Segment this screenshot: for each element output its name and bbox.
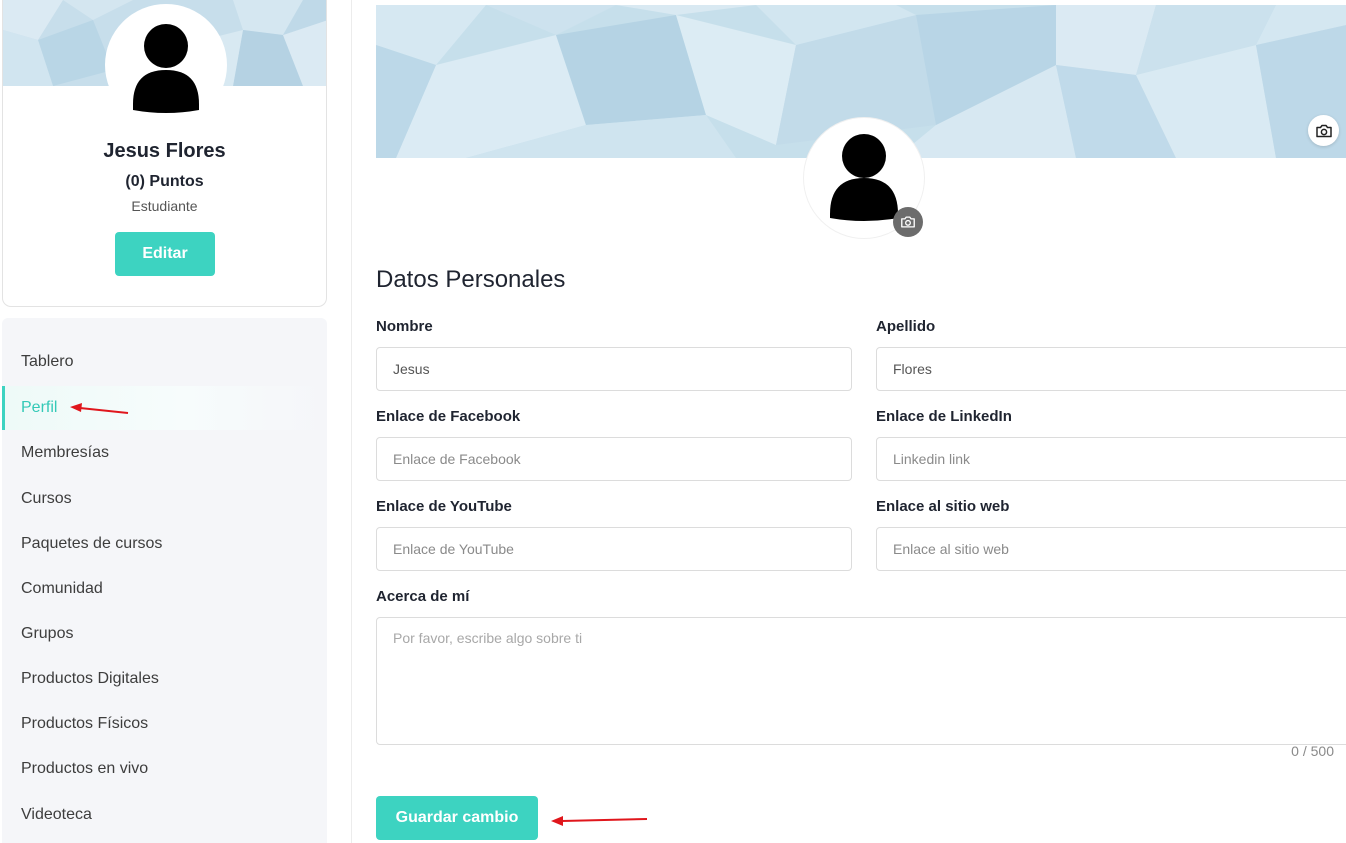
linkedin-input[interactable]: [876, 437, 1346, 481]
character-counter: 0 / 500: [1291, 743, 1334, 759]
youtube-input[interactable]: [376, 527, 852, 571]
youtube-label: Enlace de YouTube: [376, 498, 512, 515]
sidebar-item-videoteca[interactable]: Videoteca: [2, 793, 327, 837]
change-avatar-button[interactable]: [893, 207, 923, 237]
sidebar-item-productos-en-vivo[interactable]: Productos en vivo: [2, 747, 327, 791]
website-input[interactable]: [876, 527, 1346, 571]
change-cover-button[interactable]: [1308, 115, 1339, 146]
sidebar-item-membresias[interactable]: Membresías: [2, 431, 327, 475]
section-title: Datos Personales: [376, 266, 566, 293]
sidebar-item-grupos[interactable]: Grupos: [2, 612, 327, 656]
profile-card-avatar: [105, 4, 227, 126]
sidebar-item-cursos[interactable]: Cursos: [2, 477, 327, 521]
annotation-arrow-save: [551, 816, 648, 826]
profile-card: Jesus Flores (0) Puntos Estudiante Edita…: [2, 0, 327, 307]
facebook-input[interactable]: [376, 437, 852, 481]
left-column: Jesus Flores (0) Puntos Estudiante Edita…: [0, 0, 352, 843]
sidebar-item-perfil[interactable]: Perfil: [2, 386, 327, 430]
camera-icon: [901, 216, 915, 228]
user-silhouette-icon: [133, 24, 199, 113]
profile-role: Estudiante: [131, 198, 198, 214]
first-name-input[interactable]: [376, 347, 852, 391]
first-name-label: Nombre: [376, 318, 433, 335]
sidebar-nav: Tablero Perfil Membresías Cursos Paquete…: [2, 318, 327, 843]
website-label: Enlace al sitio web: [876, 498, 1010, 515]
sidebar-item-paquetes-de-cursos[interactable]: Paquetes de cursos: [2, 522, 327, 566]
profile-name: Jesus Flores: [103, 140, 226, 162]
last-name-input[interactable]: [876, 347, 1346, 391]
save-changes-button[interactable]: Guardar cambio: [376, 796, 538, 840]
sidebar-item-productos-fisicos[interactable]: Productos Físicos: [2, 702, 327, 746]
edit-profile-button[interactable]: Editar: [115, 232, 215, 276]
camera-icon: [1315, 124, 1332, 137]
profile-points: (0) Puntos: [125, 173, 204, 190]
last-name-label: Apellido: [876, 318, 936, 335]
sidebar-item-tablero[interactable]: Tablero: [2, 340, 327, 384]
sidebar-item-productos-digitales[interactable]: Productos Digitales: [2, 657, 327, 701]
linkedin-label: Enlace de LinkedIn: [876, 408, 1012, 425]
sidebar-item-comunidad[interactable]: Comunidad: [2, 567, 327, 611]
about-textarea[interactable]: [376, 617, 1346, 745]
facebook-label: Enlace de Facebook: [376, 408, 521, 425]
about-label: Acerca de mí: [376, 588, 470, 605]
